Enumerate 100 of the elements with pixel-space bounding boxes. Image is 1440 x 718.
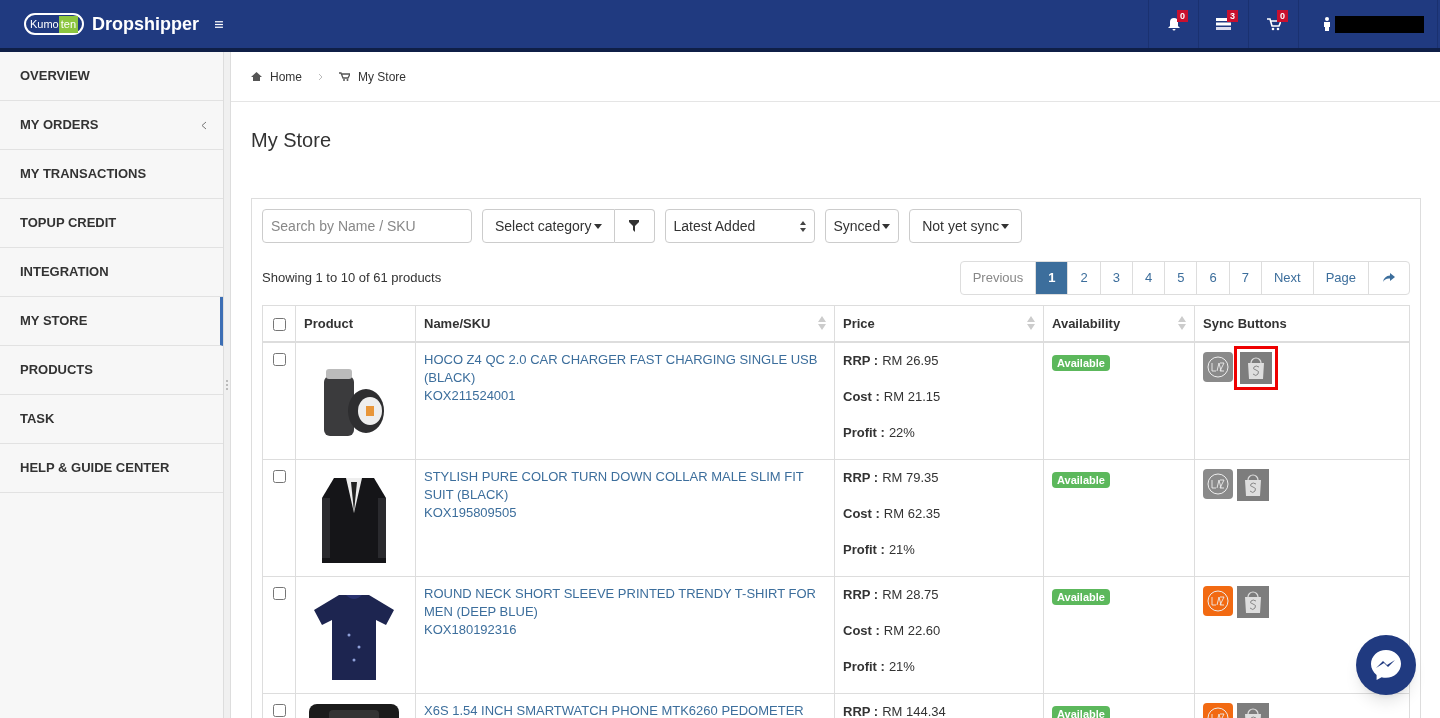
- lazada-sync-icon[interactable]: [1203, 585, 1233, 616]
- row-checkbox[interactable]: [272, 703, 286, 717]
- column-header: Product: [295, 305, 416, 342]
- sidebar-item[interactable]: MY ORDERS: [0, 101, 223, 150]
- price-label: RRP :: [843, 702, 879, 718]
- bell-icon: [1166, 17, 1181, 31]
- shopee-sync-icon[interactable]: [1240, 351, 1272, 384]
- price-label: Profit :: [843, 657, 885, 676]
- breadcrumb-link[interactable]: My Store: [358, 67, 407, 86]
- status-badge: Available: [1052, 471, 1110, 488]
- price-label: Cost :: [843, 504, 880, 523]
- menu-icon[interactable]: [215, 18, 223, 30]
- sort-select[interactable]: Latest Added: [664, 209, 815, 243]
- updown-icon: [799, 220, 806, 232]
- filter-button[interactable]: [614, 209, 655, 243]
- notification-button[interactable]: 0: [1248, 0, 1298, 48]
- user-icon[interactable]: [1323, 17, 1331, 31]
- product-sku: KOX195809505: [424, 503, 518, 522]
- page-link[interactable]: 3: [1099, 261, 1133, 295]
- chevron-icon: [201, 120, 207, 130]
- price-value: 21%: [888, 657, 915, 676]
- count-badge: 3: [1227, 10, 1238, 22]
- page-link[interactable]: Next: [1260, 261, 1314, 295]
- cart-icon: [1266, 17, 1281, 31]
- price-value: RM 28.75: [882, 585, 939, 604]
- sidebar-item[interactable]: TASK: [0, 395, 223, 444]
- messages-icon: [1216, 18, 1231, 30]
- logo-tag: ten: [58, 15, 79, 33]
- cart-icon: [339, 72, 350, 81]
- row-checkbox[interactable]: [272, 469, 286, 483]
- price-value: RM 21.15: [883, 387, 941, 406]
- count-badge: 0: [1277, 10, 1288, 22]
- category-dropdown[interactable]: Select category: [482, 209, 615, 243]
- status-badge: Available: [1052, 354, 1110, 371]
- status-badge: Available: [1052, 705, 1110, 718]
- status-badge: Available: [1052, 588, 1110, 605]
- row-checkbox[interactable]: [272, 586, 286, 600]
- price-label: Profit :: [843, 540, 885, 559]
- page-link[interactable]: 2: [1067, 261, 1101, 295]
- page-link[interactable]: Page: [1312, 261, 1369, 295]
- price-label: Cost :: [843, 621, 880, 640]
- price-value: 22%: [888, 423, 915, 442]
- jump-button[interactable]: [1368, 261, 1410, 295]
- logo-text: Kumo: [30, 18, 59, 30]
- caret-icon: [593, 223, 602, 229]
- sidebar-item[interactable]: PRODUCTS: [0, 346, 223, 395]
- count-badge: 0: [1177, 10, 1188, 22]
- notification-button[interactable]: 3: [1198, 0, 1248, 48]
- sidebar-item[interactable]: OVERVIEW: [0, 52, 223, 101]
- caret-icon: [882, 223, 891, 229]
- shopee-sync-icon[interactable]: [1237, 468, 1269, 501]
- row-checkbox[interactable]: [272, 352, 286, 366]
- price-value: RM 22.60: [883, 621, 941, 640]
- caret-icon: [1001, 223, 1010, 229]
- column-header[interactable]: Availability: [1043, 305, 1195, 342]
- price-label: Profit :: [843, 423, 885, 442]
- sidebar-item[interactable]: MY STORE: [0, 297, 223, 346]
- not-synced-dropdown[interactable]: Not yet sync: [909, 209, 1023, 243]
- page-link[interactable]: 6: [1196, 261, 1230, 295]
- page-link[interactable]: 5: [1164, 261, 1198, 295]
- sidebar-item[interactable]: TOPUP CREDIT: [0, 199, 223, 248]
- lazada-sync-icon[interactable]: [1203, 351, 1233, 382]
- price-label: Cost :: [843, 387, 880, 406]
- product-name-link[interactable]: HOCO Z4 QC 2.0 CAR CHARGER FAST CHARGING SINGLE USB (BLACK): [424, 350, 826, 387]
- column-header[interactable]: Price: [834, 305, 1044, 342]
- messenger-button[interactable]: [1356, 635, 1416, 695]
- column-header: Sync Buttons: [1194, 305, 1410, 342]
- synced-dropdown[interactable]: Synced: [824, 209, 900, 243]
- select-all-checkbox[interactable]: [272, 317, 286, 331]
- page-title: My Store: [251, 128, 333, 153]
- breadcrumb-link[interactable]: Home: [270, 67, 302, 86]
- page-link[interactable]: 7: [1228, 261, 1262, 295]
- price-label: RRP :: [843, 351, 879, 370]
- search-field[interactable]: Search by Name / SKU: [262, 209, 472, 243]
- price-label: RRP :: [843, 468, 879, 487]
- shopee-sync-icon[interactable]: [1237, 585, 1269, 618]
- product-name-link[interactable]: ROUND NECK SHORT SLEEVE PRINTED TRENDY T-SHIRT FOR MEN (DEEP BLUE): [424, 584, 826, 621]
- lazada-sync-icon[interactable]: [1203, 468, 1233, 499]
- share-arrow-icon: [1383, 273, 1395, 283]
- price-value: RM 62.35: [883, 504, 941, 523]
- notification-button[interactable]: 0: [1148, 0, 1198, 48]
- page-link[interactable]: 1: [1035, 261, 1069, 295]
- price-value: RM 79.35: [882, 468, 939, 487]
- product-name-link[interactable]: STYLISH PURE COLOR TURN DOWN COLLAR MALE SLIM FIT SUIT (BLACK): [424, 467, 826, 504]
- filter-icon: [629, 220, 639, 232]
- price-value: 21%: [888, 540, 915, 559]
- price-value: RM 26.95: [882, 351, 939, 370]
- page-link[interactable]: 4: [1131, 261, 1166, 295]
- price-label: RRP :: [843, 585, 879, 604]
- resize-handle-icon[interactable]: [226, 379, 228, 391]
- column-header[interactable]: Name/SKU: [415, 305, 835, 342]
- sidebar-item[interactable]: HELP & GUIDE CENTER: [0, 444, 223, 493]
- results-summary: Showing 1 to 10 of 61 products: [262, 269, 442, 288]
- sidebar-item[interactable]: MY TRANSACTIONS: [0, 150, 223, 199]
- price-value: RM 144.34: [882, 702, 946, 718]
- separator-icon: [318, 72, 323, 81]
- app-title: Dropshipper: [92, 12, 200, 36]
- home-icon: [251, 72, 262, 81]
- product-sku: KOX180192316: [424, 620, 518, 639]
- product-sku: KOX211524001: [424, 386, 517, 405]
